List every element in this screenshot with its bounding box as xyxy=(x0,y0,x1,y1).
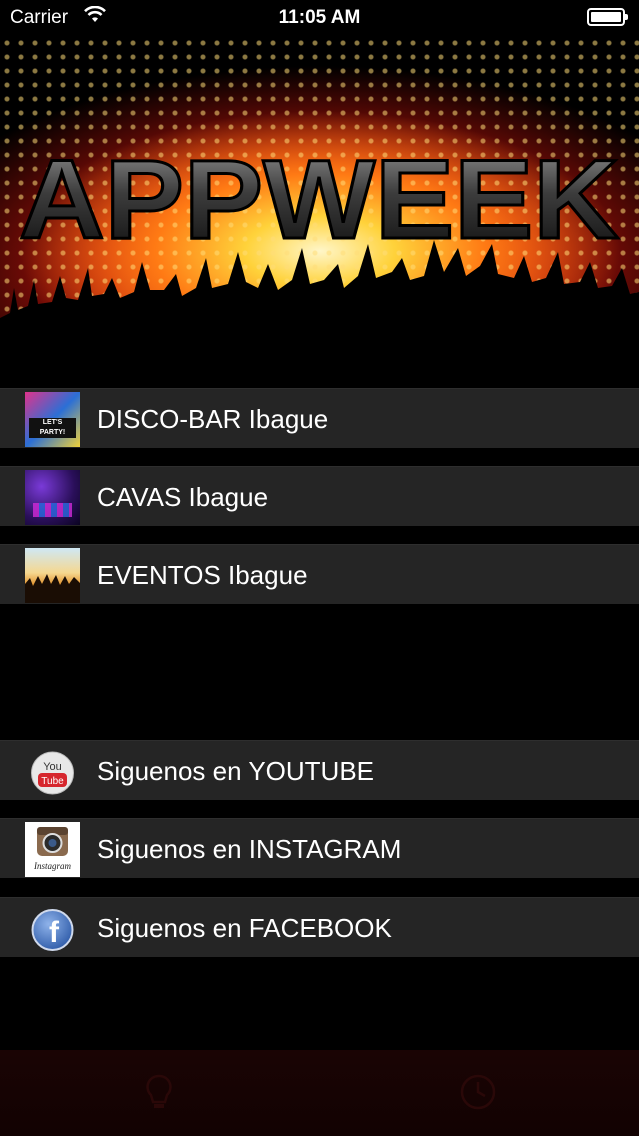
instagram-icon: Instagram xyxy=(25,822,80,877)
tab-bar xyxy=(0,1050,639,1136)
social-item-youtube[interactable]: You Tube Siguenos en YOUTUBE xyxy=(0,740,639,800)
crowd-silhouette xyxy=(0,240,639,388)
social-item-label: Siguenos en INSTAGRAM xyxy=(97,834,402,864)
facebook-icon: f xyxy=(25,901,80,956)
youtube-icon: You Tube xyxy=(25,744,80,799)
eventos-thumbnail xyxy=(25,548,80,603)
svg-text:Tube: Tube xyxy=(41,776,64,787)
battery-icon xyxy=(587,8,628,26)
menu-item-cavas[interactable]: CAVAS Ibague xyxy=(0,466,639,526)
svg-text:f: f xyxy=(49,916,60,949)
svg-text:You: You xyxy=(43,761,62,773)
status-bar: Carrier 11:05 AM xyxy=(0,0,639,36)
svg-text:Instagram: Instagram xyxy=(33,861,72,871)
clock: 11:05 AM xyxy=(278,7,361,28)
disco-bar-thumbnail: LET'S PARTY! xyxy=(25,392,80,447)
menu-item-label: DISCO-BAR Ibague xyxy=(97,404,329,434)
social-item-instagram[interactable]: Instagram Siguenos en INSTAGRAM xyxy=(0,818,639,878)
tab-lightbulb-icon[interactable] xyxy=(137,1070,181,1114)
tab-clock-icon[interactable] xyxy=(456,1070,500,1114)
social-item-label: Siguenos en FACEBOOK xyxy=(97,913,392,943)
social-item-facebook[interactable]: f Siguenos en FACEBOOK xyxy=(0,897,639,957)
menu-item-eventos[interactable]: EVENTOS Ibague xyxy=(0,544,639,604)
menu-item-label: CAVAS Ibague xyxy=(97,482,269,512)
lets-party-banner: LET'S PARTY! xyxy=(29,418,76,438)
menu-item-disco-bar[interactable]: LET'S PARTY! DISCO-BAR Ibague xyxy=(0,388,639,448)
appweek-banner: APPWEEK xyxy=(0,36,639,388)
social-item-label: Siguenos en YOUTUBE xyxy=(97,756,374,786)
menu-item-label: EVENTOS Ibague xyxy=(97,560,308,590)
cavas-thumbnail xyxy=(25,470,80,525)
